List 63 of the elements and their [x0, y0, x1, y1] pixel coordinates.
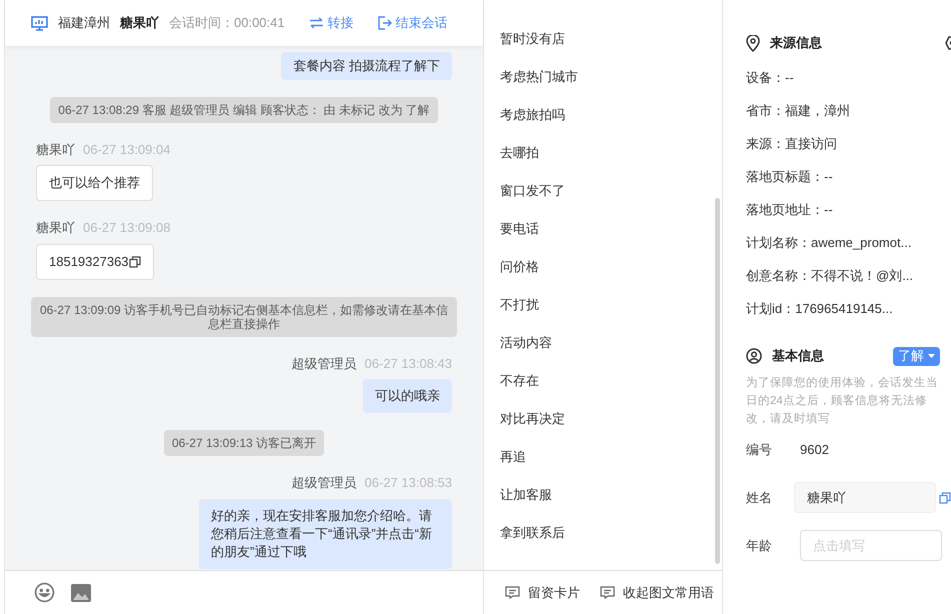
section-title: 来源信息: [770, 34, 822, 52]
quick-reply-item[interactable]: 去哪拍: [500, 134, 722, 172]
message-time: 06-27 13:09:08: [83, 219, 170, 237]
field-label: 年龄: [746, 536, 773, 555]
quick-reply-item[interactable]: 暂时没有店: [500, 20, 722, 58]
message-bubble: 套餐内容 拍摄流程了解下: [281, 52, 452, 80]
source-info-row-text: 设备：--: [746, 68, 795, 87]
quick-reply-item[interactable]: 活动内容: [500, 324, 722, 362]
message-bubble: 可以的哦亲: [363, 379, 452, 413]
field-label: 编号: [746, 440, 773, 459]
source-info-row-text: 创意名称：不得不说！@刘...: [746, 266, 914, 285]
message-bubble: 18519327363: [36, 244, 154, 280]
info-note: 为了保障您的使用体验，会话发生当日的24点之后，顾客信息将无法修改，请及时填写: [746, 376, 939, 427]
message-time: 06-27 13:08:43: [364, 354, 452, 372]
message-icon: [505, 586, 520, 599]
name-field[interactable]: 糖果吖: [794, 482, 936, 513]
monitor-icon: [31, 16, 48, 30]
sender-name: 糖果吖: [36, 140, 75, 158]
source-info-row-text: 来源：直接访问: [746, 134, 838, 153]
session-timer: 会话时间：00:00:41: [169, 14, 285, 32]
quick-reply-item[interactable]: 拿到联系后: [500, 514, 722, 552]
message-time: 06-27 13:08:53: [364, 474, 452, 492]
message-time: 06-27 13:09:04: [83, 140, 170, 158]
quick-reply-item[interactable]: 要电话: [500, 210, 722, 248]
section-title: 基本信息: [772, 347, 824, 366]
copy-icon[interactable]: [128, 256, 141, 268]
image-icon[interactable]: [71, 584, 91, 602]
field-label: 姓名: [746, 488, 773, 507]
quick-reply-item[interactable]: 对比再决定: [500, 400, 722, 438]
quick-reply-item[interactable]: 窗口发不了: [500, 172, 722, 210]
caret-icon: [928, 354, 935, 358]
quick-reply-item[interactable]: 再追: [500, 438, 722, 476]
source-info-row-text: 计划id：176965419145...: [746, 300, 894, 318]
user-icon: [746, 348, 762, 364]
source-info-row-text: 省市：福建，漳州: [746, 102, 851, 120]
quick-reply-item[interactable]: 不存在: [500, 362, 722, 400]
scrollbar[interactable]: [715, 198, 720, 564]
emoji-icon[interactable]: [34, 582, 55, 603]
collapse-phrases-button[interactable]: 收起图文常用语: [600, 582, 714, 602]
sender-name: 超级管理员: [292, 474, 357, 492]
system-notice: 06-27 13:09:09 访客手机号已自动标记右侧基本信息栏，如需修改请在基本信息栏直接操作: [31, 296, 457, 336]
sender-name: 糖果吖: [36, 219, 75, 237]
quick-reply-item[interactable]: 考虑热门城市: [500, 58, 722, 96]
visitor-location: 福建漳州: [58, 14, 110, 32]
quick-reply-item[interactable]: 让加客服: [500, 476, 722, 514]
swap-icon: [308, 17, 324, 29]
location-pin-icon: [746, 34, 760, 52]
system-notice: 06-27 13:08:29 客服 超级管理员 编辑 顾客状态： 由 未标记 改为 了解: [50, 96, 438, 122]
quick-reply-item[interactable]: 考虑旅拍吗: [500, 96, 722, 134]
quick-reply-item[interactable]: 不打扰: [500, 286, 722, 324]
message-icon: [600, 586, 615, 599]
lead-card-button[interactable]: 留资卡片: [505, 582, 580, 602]
message-bubble: 也可以给个推荐: [36, 165, 153, 201]
source-info-row-text: 落地页标题：--: [746, 168, 834, 186]
sender-name: 超级管理员: [292, 354, 357, 372]
source-info-row-text: 落地页地址：--: [746, 200, 834, 219]
system-notice: 06-27 13:09:13 访客已离开: [164, 430, 324, 456]
source-info-row-text: 计划名称：aweme_promot...: [746, 234, 912, 252]
message-bubble: 好的亲，现在安排客服加您介绍哈。请您稍后注意查看一下“通讯录”并点击“新的朋友”通过下哦: [199, 498, 452, 568]
field-value: 9602: [800, 440, 829, 459]
quick-reply-item[interactable]: 问价格: [500, 248, 722, 286]
visitor-name: 糖果吖: [120, 14, 159, 32]
exit-icon: [378, 16, 392, 30]
